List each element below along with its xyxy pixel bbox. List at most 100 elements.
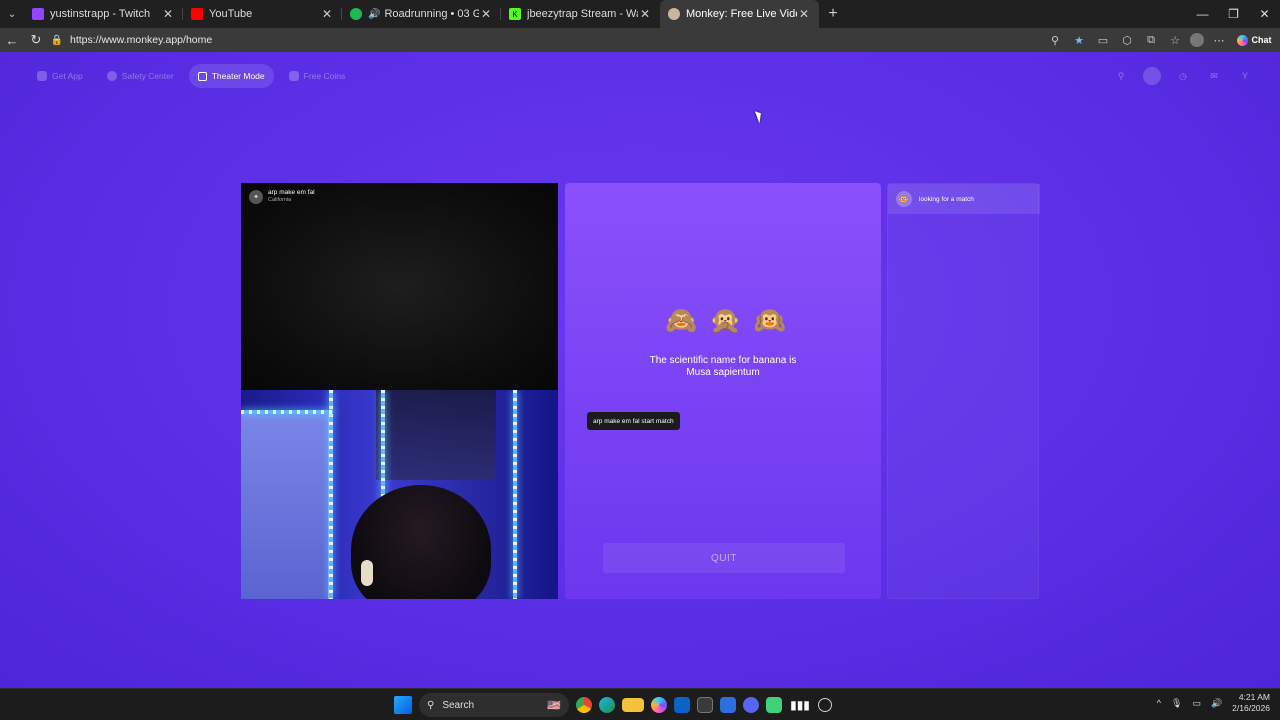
- remote-user-avatar: ✦: [249, 189, 263, 204]
- outlook-icon[interactable]: [674, 697, 690, 713]
- url-field[interactable]: 🔒 https://www.monkey.app/home: [50, 30, 1100, 50]
- speak-no-evil-monkey-icon: 🙊: [709, 305, 742, 335]
- chat-status-header: 🐵 looking for a match: [888, 184, 1040, 214]
- theater-mode-button[interactable]: Theater Mode: [188, 64, 274, 88]
- split-screen-icon[interactable]: ⧉: [1142, 31, 1160, 49]
- youtube-icon: [191, 8, 203, 20]
- discord-icon[interactable]: [743, 697, 759, 713]
- mouse-cursor-icon: [754, 109, 765, 124]
- get-app-button[interactable]: Get App: [28, 64, 92, 88]
- new-tab-plus-icon[interactable]: +: [819, 5, 847, 23]
- door-image: [241, 412, 331, 599]
- close-window-icon[interactable]: ✕: [1249, 0, 1280, 28]
- camera-icon[interactable]: ▭: [1094, 31, 1112, 49]
- clock-time: 4:21 AM: [1238, 692, 1270, 702]
- close-tab-icon[interactable]: ✕: [479, 7, 493, 21]
- windows-taskbar: ⚲ Search 🇺🇸 ▮▮▮ ^ 🎙 ▭ 🔊 4:21 AM 2/16/202…: [0, 688, 1280, 720]
- close-tab-icon[interactable]: ✕: [638, 7, 652, 21]
- fun-fact: The scientific name for banana is Musa s…: [565, 355, 881, 379]
- zoom-icon[interactable]: ⚲: [1046, 31, 1064, 49]
- tab-title: Roadrunning • 03 Greedo: [384, 8, 479, 20]
- refresh-icon[interactable]: ↻: [24, 28, 48, 52]
- more-menu-icon[interactable]: ⋯: [1210, 31, 1228, 49]
- video-chat-panel: ✦ arp make em fal California 🙈 🙊 🙉 The s…: [241, 183, 1041, 599]
- microphone-icon[interactable]: 🎙: [1171, 698, 1182, 709]
- search-icon[interactable]: ⚲: [1112, 67, 1130, 85]
- tab-title: jbeezytrap Stream - Watch Live o: [527, 8, 638, 20]
- network-icon[interactable]: ▭: [1192, 698, 1201, 709]
- headphone-image: [361, 560, 373, 586]
- speaker-icon[interactable]: 🔊: [368, 9, 380, 20]
- url-text: https://www.monkey.app/home: [70, 34, 213, 46]
- back-arrow-icon[interactable]: ←: [0, 28, 24, 52]
- app-icon[interactable]: [720, 697, 736, 713]
- tab-youtube[interactable]: YouTube ✕: [183, 0, 342, 28]
- start-match-tooltip: arp make em fal start match: [587, 412, 680, 430]
- monkey-emojis: 🙈 🙊 🙉: [665, 305, 786, 336]
- chrome-icon[interactable]: [576, 697, 592, 713]
- user-avatar-icon[interactable]: [1143, 67, 1161, 85]
- tab-title: yustinstrapp - Twitch: [50, 8, 151, 20]
- coins-icon: [288, 71, 299, 81]
- restore-icon[interactable]: ❐: [1218, 0, 1249, 28]
- tab-actions-chevron-icon[interactable]: ⌄: [0, 0, 24, 28]
- favorites-icon[interactable]: ☆: [1166, 31, 1184, 49]
- clock[interactable]: 4:21 AM 2/16/2026: [1232, 692, 1270, 714]
- store-icon[interactable]: [697, 697, 713, 713]
- window-controls: — ❐ ✕: [1187, 0, 1280, 28]
- green-app-icon[interactable]: [766, 697, 782, 713]
- tab-title: Monkey: Free Live Video Chat: [686, 8, 797, 20]
- file-explorer-icon[interactable]: [622, 698, 644, 712]
- top-nav: Get App Safety Center Theater Mode Free …: [28, 64, 354, 88]
- remote-user-name: arp make em fal: [268, 189, 315, 196]
- site-info-icon[interactable]: 🔒: [50, 35, 64, 46]
- free-coins-button[interactable]: Free Coins: [280, 64, 355, 88]
- monkey-app-page: Get App Safety Center Theater Mode Free …: [0, 52, 1280, 688]
- settings-app-icon[interactable]: [818, 698, 832, 712]
- phone-icon: [37, 71, 47, 81]
- copilot-chat-button[interactable]: Chat: [1234, 31, 1274, 49]
- close-tab-icon[interactable]: ✕: [161, 7, 175, 21]
- audio-app-icon[interactable]: ▮▮▮: [789, 694, 811, 716]
- safety-center-button[interactable]: Safety Center: [98, 64, 183, 88]
- close-tab-icon[interactable]: ✕: [797, 7, 811, 21]
- expand-icon: [197, 71, 207, 81]
- tab-kick[interactable]: K jbeezytrap Stream - Watch Live o ✕: [501, 0, 660, 28]
- show-hidden-icons-chevron-icon[interactable]: ^: [1157, 698, 1161, 708]
- monkey-icon: [668, 8, 680, 20]
- volume-icon[interactable]: 🔊: [1211, 698, 1222, 709]
- minimize-icon[interactable]: —: [1187, 0, 1218, 28]
- edge-icon[interactable]: [599, 697, 615, 713]
- match-status-text: looking for a match: [919, 195, 974, 203]
- search-icon: ⚲: [427, 699, 435, 711]
- copilot-icon: [1236, 34, 1248, 46]
- see-no-evil-monkey-icon: 🙈: [665, 305, 698, 335]
- remote-video: ✦ arp make em fal California: [241, 183, 558, 390]
- hear-no-evil-monkey-icon: 🙉: [753, 305, 787, 335]
- quit-button[interactable]: QUIT: [603, 543, 845, 573]
- copilot-taskbar-icon[interactable]: [651, 697, 667, 713]
- tab-monkey[interactable]: Monkey: Free Live Video Chat ✕: [660, 0, 819, 28]
- tab-spotify[interactable]: 🔊 Roadrunning • 03 Greedo ✕: [342, 0, 501, 28]
- extensions-icon[interactable]: ⬡: [1118, 31, 1136, 49]
- messages-icon[interactable]: ✉: [1205, 67, 1223, 85]
- clothes-image: [376, 390, 496, 480]
- monkey-avatar-icon: 🐵: [896, 191, 912, 207]
- clock-date: 2/16/2026: [1232, 703, 1270, 713]
- match-status-panel: 🙈 🙊 🙉 The scientific name for banana is …: [565, 183, 881, 599]
- favorite-star-icon[interactable]: ★: [1070, 31, 1088, 49]
- tab-twitch[interactable]: yustinstrapp - Twitch ✕: [24, 0, 183, 28]
- profile-avatar[interactable]: [1190, 33, 1204, 47]
- spotify-icon: [350, 8, 362, 20]
- windows-start-icon[interactable]: [394, 696, 412, 714]
- fun-fact-line1: The scientific name for banana is: [649, 355, 797, 366]
- fun-fact-line2: Musa sapientum: [686, 367, 760, 378]
- twitch-icon: [32, 8, 44, 20]
- shield-icon: [106, 71, 117, 81]
- history-icon[interactable]: ◷: [1174, 67, 1192, 85]
- remote-user-location: California: [268, 197, 292, 203]
- close-tab-icon[interactable]: ✕: [320, 7, 334, 21]
- profile-initial[interactable]: Y: [1236, 67, 1254, 85]
- taskbar-search[interactable]: ⚲ Search 🇺🇸: [419, 693, 569, 717]
- flag-icon: 🇺🇸: [547, 699, 561, 712]
